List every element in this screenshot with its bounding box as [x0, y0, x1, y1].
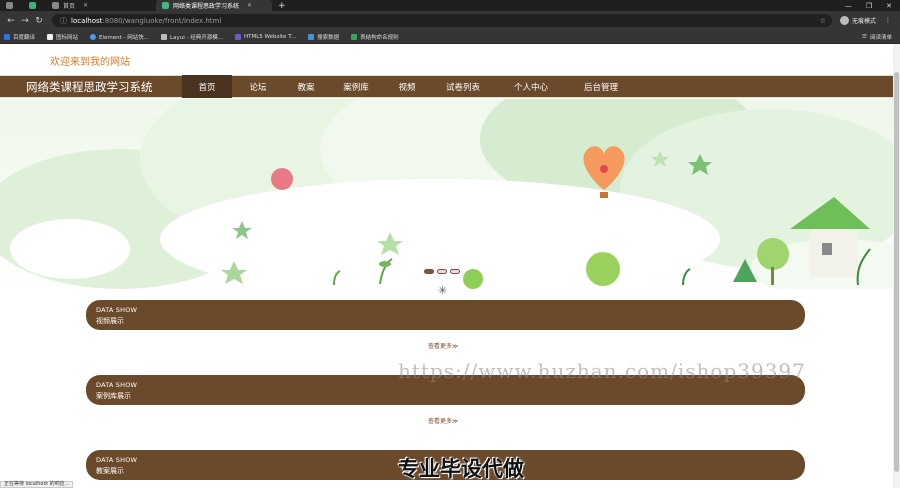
- window-controls: — ❐ ✕: [845, 2, 900, 10]
- bookmark-item[interactable]: 表结构命名规则: [351, 33, 399, 41]
- site-info-icon[interactable]: ⓘ: [60, 16, 67, 26]
- bookmark-label: 表结构命名规则: [360, 34, 399, 41]
- incognito-icon: [840, 16, 849, 25]
- tab-label: 网络类课程思政学习系统: [173, 3, 240, 10]
- bookmark-star-icon[interactable]: ☆: [820, 17, 826, 25]
- bookmark-favicon-icon: [308, 33, 315, 40]
- section-cn-title: 视频展示: [96, 317, 124, 325]
- scrollbar-thumb[interactable]: [894, 72, 899, 472]
- url-input[interactable]: ⓘ localhost:8080/wangluoke/front/index.h…: [52, 14, 832, 27]
- watermark-text: https://www.huzhan.com/ishop39397: [398, 359, 806, 383]
- browser-address-bar: ← → ↻ ⓘ localhost:8080/wangluoke/front/i…: [0, 11, 900, 30]
- tab-close-icon[interactable]: ✕: [83, 2, 88, 9]
- browser-tab[interactable]: 首页 ✕: [46, 0, 156, 11]
- carousel-dot[interactable]: [450, 269, 460, 274]
- nav-exam-list[interactable]: 试卷列表: [430, 75, 496, 98]
- section-header-video: DATA SHOW 视频展示: [86, 300, 805, 330]
- nav-home[interactable]: 首页: [182, 75, 232, 98]
- nav-video[interactable]: 视频: [384, 75, 430, 98]
- bookmark-label: Layui - 经典开源模...: [170, 34, 223, 41]
- nav-case-library[interactable]: 案例库: [328, 75, 384, 98]
- url-path: :8080/wangluoke/front/index.html: [102, 16, 222, 25]
- promo-overlay-text: 专业毕设代做: [398, 457, 524, 481]
- browser-tab[interactable]: [23, 0, 46, 11]
- section-cn-title: 案例库展示: [96, 392, 131, 400]
- back-icon[interactable]: ←: [4, 16, 18, 26]
- browser-status-bar: 正在等待 localhost 的响应...: [0, 481, 74, 488]
- bookmark-favicon-icon: [351, 33, 358, 40]
- view-more-link[interactable]: 查看更多≫: [428, 341, 458, 350]
- bookmark-label: 搜索数据: [317, 34, 340, 41]
- carousel-dot[interactable]: [424, 269, 434, 274]
- new-tab-button[interactable]: +: [272, 1, 292, 11]
- reading-list-label: 阅读清单: [869, 34, 892, 41]
- bookmark-label: HTML5 Website T...: [243, 33, 297, 40]
- welcome-text: 欢迎来到我的网站: [50, 57, 130, 68]
- tab-favicon-icon: [162, 2, 169, 9]
- nav-forum[interactable]: 论坛: [232, 75, 284, 98]
- tab-favicon-icon: [29, 2, 36, 9]
- bookmark-item[interactable]: 百度翻译: [4, 33, 35, 41]
- tab-favicon-icon: [52, 2, 59, 9]
- browser-tab-bar: 首页 ✕ 网络类课程思政学习系统 ✕ + — ❐ ✕: [0, 0, 900, 11]
- carousel-dot[interactable]: [437, 269, 447, 274]
- bookmark-favicon-icon: [4, 33, 10, 40]
- reading-list-button[interactable]: ☰ 阅读清单: [862, 33, 892, 41]
- profile-label: 无痕模式: [852, 18, 877, 25]
- bookmark-favicon-icon: [90, 33, 97, 40]
- url-host: localhost: [71, 16, 103, 25]
- hero-banner-carousel[interactable]: [0, 99, 893, 289]
- nav-lesson-plans[interactable]: 教案: [284, 75, 328, 98]
- mouse-cursor-highlight: [271, 168, 293, 190]
- bookmark-item[interactable]: 搜索数据: [308, 33, 339, 41]
- carousel-indicators: [424, 269, 460, 274]
- reading-list-icon: ☰: [862, 33, 867, 40]
- tab-favicon-icon: [6, 2, 13, 9]
- site-title: 网络类课程思政学习系统: [26, 79, 153, 94]
- main-navbar: 网络类课程思政学习系统 首页 论坛 教案 案例库 视频 试卷列表 个人中心 后台…: [0, 75, 893, 98]
- bookmark-label: 图标网站: [56, 34, 79, 41]
- tab-close-icon[interactable]: ✕: [247, 2, 252, 9]
- bookmark-item[interactable]: 图标网站: [47, 33, 78, 41]
- browser-tab-active[interactable]: 网络类课程思政学习系统 ✕: [156, 0, 272, 11]
- nav-admin[interactable]: 后台管理: [566, 75, 636, 98]
- reload-icon[interactable]: ↻: [32, 16, 46, 26]
- restore-button[interactable]: ❐: [866, 2, 872, 10]
- bookmark-favicon-icon: [47, 33, 54, 40]
- bookmark-item[interactable]: HTML5 Website T...: [234, 33, 297, 40]
- bookmark-item[interactable]: Element - 网站快...: [90, 33, 149, 41]
- view-more-link[interactable]: 查看更多≫: [428, 416, 458, 425]
- close-window-button[interactable]: ✕: [886, 2, 892, 10]
- bookmark-label: Element - 网站快...: [99, 34, 150, 41]
- nav-personal-center[interactable]: 个人中心: [496, 75, 566, 98]
- bookmark-item[interactable]: Layui - 经典开源模...: [161, 33, 223, 41]
- bookmarks-bar: 百度翻译 图标网站 Element - 网站快... Layui - 经典开源模…: [0, 30, 900, 44]
- page-viewport: 欢迎来到我的网站 网络类课程思政学习系统 首页 论坛 教案 案例库 视频 试卷列…: [0, 44, 893, 488]
- minimize-button[interactable]: —: [845, 2, 852, 10]
- forward-icon[interactable]: →: [18, 16, 32, 26]
- loading-spinner-icon: ✳: [438, 284, 448, 297]
- menu-icon[interactable]: ⋮: [885, 17, 891, 24]
- bookmark-label: 百度翻译: [13, 34, 36, 41]
- incognito-profile[interactable]: 无痕模式 ⋮: [840, 16, 891, 25]
- section-en-title: DATA SHOW: [96, 306, 138, 314]
- page-scrollbar[interactable]: [893, 44, 900, 488]
- browser-tab[interactable]: [0, 0, 23, 11]
- tab-label: 首页: [63, 3, 76, 10]
- bookmark-favicon-icon: [234, 33, 241, 40]
- bookmark-favicon-icon: [161, 33, 168, 40]
- banner-illustration: [0, 99, 893, 289]
